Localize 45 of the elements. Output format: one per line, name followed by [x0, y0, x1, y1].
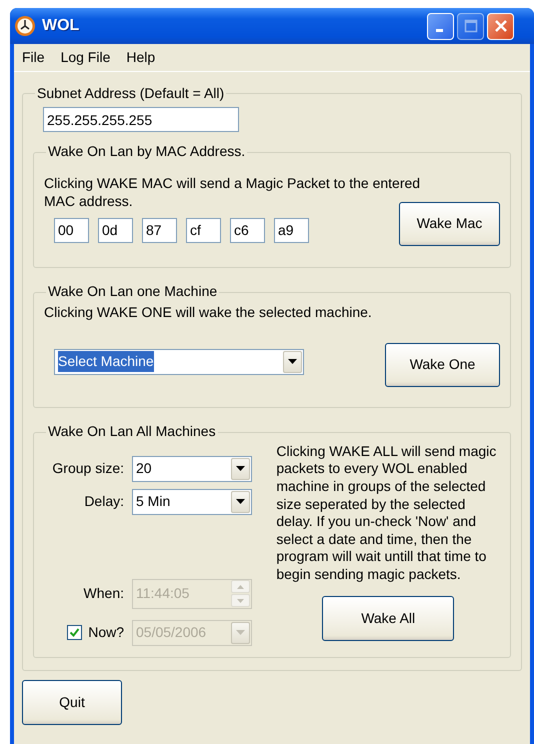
minimize-button[interactable] — [427, 12, 454, 40]
caret-icon — [237, 598, 244, 603]
description-text: Clicking WAKE ONE will wake the selected machine. — [44, 302, 373, 322]
menu-item[interactable]: Help — [124, 47, 158, 68]
maximize-button[interactable] — [457, 12, 484, 40]
menu-item[interactable]: Log File — [58, 47, 112, 68]
field-label: Now? — [88, 623, 124, 642]
window-title: WOL — [42, 16, 80, 36]
dropdown[interactable]: 20 — [132, 456, 252, 482]
dropdown-button[interactable] — [283, 350, 302, 373]
octet-field[interactable]: c6 — [230, 218, 265, 243]
up-caret-icon — [237, 584, 244, 589]
group-title: Wake On Lan by MAC Address. — [47, 144, 246, 160]
close-button[interactable] — [487, 12, 514, 40]
clock-icon — [14, 15, 36, 37]
octet-field[interactable]: 87 — [142, 218, 177, 243]
dropdown-button[interactable] — [231, 458, 250, 480]
octet-field[interactable]: a9 — [274, 218, 309, 243]
caret-icon — [236, 466, 245, 472]
group-title: Subnet Address (Default = All) — [36, 86, 226, 102]
wake-all-button[interactable]: Wake All — [322, 596, 454, 641]
field-label: Delay: — [84, 492, 124, 512]
group-title: Wake On Lan All Machines — [47, 424, 217, 440]
field-label: When: — [84, 584, 124, 604]
wake-one-button[interactable]: Wake One — [385, 342, 500, 387]
caret-icon — [288, 359, 297, 364]
octet-field[interactable]: 00 — [54, 218, 89, 243]
description-text: Clicking WAKE ALL will send magic packets to every WOL enabled machine in groups of the selected size seperated by the selected delay. If you un-check 'Now' and select a date and time, then the program will wait untill that time to begin sending magic packets. — [276, 442, 498, 584]
caret-icon — [236, 499, 245, 504]
selected-machine-text: Select Machine — [58, 351, 154, 372]
close-icon — [494, 19, 508, 33]
quit-button[interactable]: Quit — [22, 680, 122, 726]
caret-icon — [236, 630, 245, 636]
minimize-icon — [436, 28, 443, 32]
machine-dropdown[interactable]: Select Machine — [54, 348, 304, 375]
dropdown-button[interactable] — [231, 490, 250, 513]
group-title: Wake On Lan one Machine — [47, 284, 218, 300]
octet-field[interactable]: 0d — [98, 218, 133, 243]
subnet-field[interactable]: 255.255.255.255 — [43, 107, 239, 132]
dropdown[interactable]: 5 Min — [132, 488, 252, 515]
maximize-icon — [464, 19, 478, 33]
octet-field[interactable]: cf — [186, 218, 221, 243]
field-label: Group size: — [52, 459, 124, 478]
wake-mac-button[interactable]: Wake Mac — [399, 202, 500, 246]
menu-item[interactable]: File — [20, 47, 47, 68]
